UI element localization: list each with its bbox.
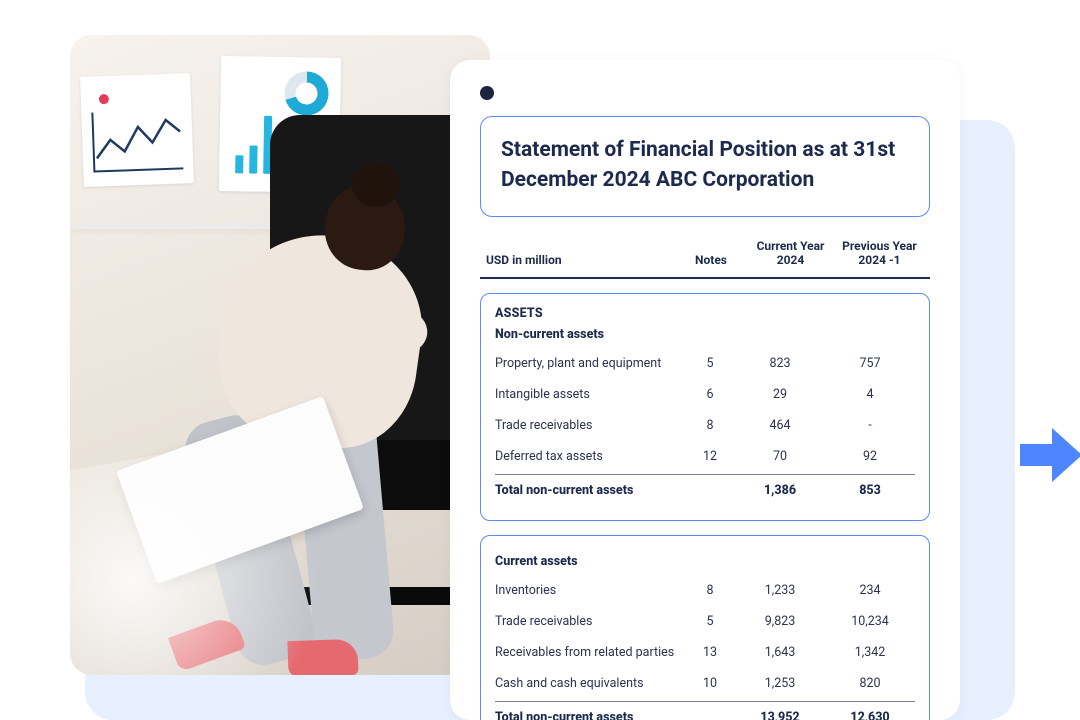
row-note: 8 [685, 583, 735, 598]
row-current: 1,233 [735, 583, 825, 598]
total-current: 1,386 [735, 483, 825, 498]
row-current: 1,253 [735, 676, 825, 691]
financial-statement-card: Statement of Financial Position as at 31… [450, 60, 960, 720]
table-row: Deferred tax assets 12 70 92 [495, 441, 915, 472]
pin-dot-icon [99, 94, 109, 104]
table-row: Trade receivables 5 9,823 10,234 [495, 606, 915, 637]
row-label: Cash and cash equivalents [495, 676, 685, 691]
row-label: Deferred tax assets [495, 449, 685, 464]
document-title-frame: Statement of Financial Position as at 31… [480, 116, 930, 217]
photo-scene [70, 35, 490, 675]
row-note: 12 [685, 449, 735, 464]
photo-card [70, 35, 490, 675]
table-column-headers: USD in million Notes Current Year 2024 P… [480, 231, 930, 279]
total-row: Total non-current assets 1,386 853 [495, 475, 915, 506]
row-label: Receivables from related parties [495, 645, 685, 660]
table-row: Inventories 8 1,233 234 [495, 575, 915, 606]
table-row: Property, plant and equipment 5 823 757 [495, 348, 915, 379]
table-row: Intangible assets 6 29 4 [495, 379, 915, 410]
row-current: 1,643 [735, 645, 825, 660]
total-previous: 853 [825, 483, 915, 498]
header-notes: Notes [676, 253, 746, 267]
card-dot-icon [480, 86, 494, 100]
donut-chart-icon [284, 71, 329, 116]
row-previous: 757 [825, 356, 915, 371]
row-current: 70 [735, 449, 825, 464]
row-label: Property, plant and equipment [495, 356, 685, 371]
row-previous: 4 [825, 387, 915, 402]
arrow-right-icon [1016, 420, 1080, 490]
section-non-current-assets: ASSETS Non-current assets Property, plan… [480, 293, 930, 521]
row-previous: 234 [825, 583, 915, 598]
row-previous: 1,342 [825, 645, 915, 660]
row-note: 13 [685, 645, 735, 660]
wall-poster-line-chart [80, 73, 194, 187]
row-current: 464 [735, 418, 825, 433]
table-row: Trade receivables 8 464 - [495, 410, 915, 441]
row-previous: 10,234 [825, 614, 915, 629]
table-row: Receivables from related parties 13 1,64… [495, 637, 915, 668]
total-row: Total non-current assets 13,952 12,630 [495, 702, 915, 720]
header-current: Current Year 2024 [746, 239, 835, 267]
total-label: Total non-current assets [495, 710, 685, 720]
row-previous: 820 [825, 676, 915, 691]
header-unit: USD in million [486, 253, 676, 267]
row-note: 10 [685, 676, 735, 691]
total-current: 13,952 [735, 710, 825, 720]
table-row: Cash and cash equivalents 10 1,253 820 [495, 668, 915, 699]
row-label: Trade receivables [495, 614, 685, 629]
row-current: 823 [735, 356, 825, 371]
row-note: 8 [685, 418, 735, 433]
section-current-assets: Current assets Inventories 8 1,233 234 T… [480, 535, 930, 720]
row-label: Trade receivables [495, 418, 685, 433]
row-previous: 92 [825, 449, 915, 464]
total-previous: 12,630 [825, 710, 915, 720]
non-current-heading: Non-current assets [495, 327, 915, 342]
assets-heading: ASSETS [495, 306, 915, 321]
row-label: Intangible assets [495, 387, 685, 402]
row-current: 9,823 [735, 614, 825, 629]
row-current: 29 [735, 387, 825, 402]
header-previous: Previous Year 2024 -1 [835, 239, 924, 267]
row-previous: - [825, 418, 915, 433]
total-label: Total non-current assets [495, 483, 685, 498]
row-note: 5 [685, 356, 735, 371]
row-label: Inventories [495, 583, 685, 598]
figure-hair-bun [352, 163, 400, 207]
row-note: 5 [685, 614, 735, 629]
row-note: 6 [685, 387, 735, 402]
document-title: Statement of Financial Position as at 31… [501, 135, 909, 196]
current-heading: Current assets [495, 554, 915, 569]
